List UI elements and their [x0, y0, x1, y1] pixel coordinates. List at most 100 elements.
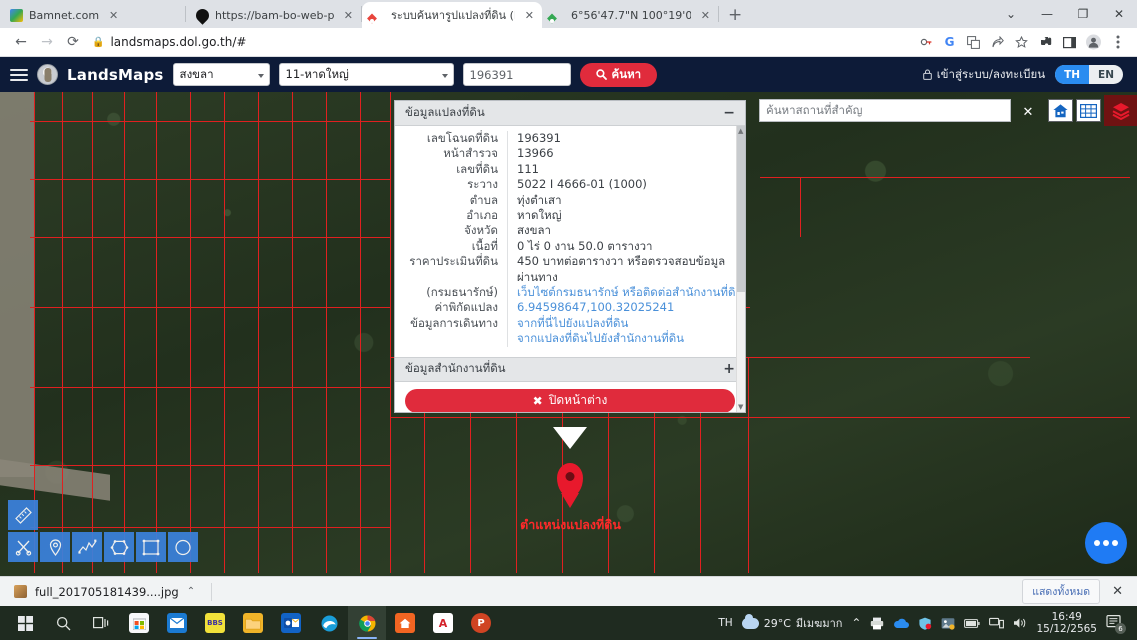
onedrive-icon[interactable]: [893, 618, 910, 629]
language-toggle[interactable]: TH EN: [1055, 65, 1123, 84]
share-icon[interactable]: [990, 35, 1005, 50]
taskbar-app-mail[interactable]: [158, 606, 196, 640]
browser-tab-4[interactable]: 6°56'47.7"N 100°19'07.7"E - Goo ✕: [542, 2, 718, 28]
layers-icon[interactable]: [1104, 95, 1137, 126]
place-search-clear-icon[interactable]: ✕: [1011, 99, 1045, 126]
extensions-icon[interactable]: [1038, 35, 1053, 50]
translate-icon[interactable]: [966, 35, 981, 50]
more-options-fab[interactable]: [1085, 522, 1127, 564]
scroll-down-icon[interactable]: ▼: [738, 403, 743, 411]
forward-icon[interactable]: →: [34, 29, 60, 55]
taskbar-app-chrome[interactable]: [348, 606, 386, 640]
district-select[interactable]: 11-หาดใหญ่: [278, 63, 454, 86]
more-dots-icon: [1103, 540, 1109, 546]
rectangle-tool-button[interactable]: [136, 532, 166, 562]
taskbar-app-store[interactable]: [120, 606, 158, 640]
start-button[interactable]: [6, 606, 44, 640]
scroll-up-icon[interactable]: ▲: [738, 127, 743, 135]
task-view-button[interactable]: [82, 606, 120, 640]
taskbar-app-bbs[interactable]: BBS: [196, 606, 234, 640]
taskbar-app-acrobat[interactable]: A: [424, 606, 462, 640]
minimize-button[interactable]: —: [1029, 0, 1065, 28]
route-to-parcel-link[interactable]: จากที่นี่ไปยังแปลงที่ดิน: [507, 315, 745, 332]
google-icon[interactable]: G: [942, 35, 957, 50]
show-all-downloads-button[interactable]: แสดงทั้งหมด: [1022, 579, 1101, 604]
photos-icon[interactable]: [941, 617, 956, 630]
tab-close-icon[interactable]: ✕: [525, 9, 534, 22]
close-download-bar-icon[interactable]: ✕: [1112, 584, 1123, 599]
panel-scrollbar[interactable]: ▲ ▼: [736, 126, 745, 412]
network-icon[interactable]: [989, 617, 1005, 629]
measure-tool-button[interactable]: [8, 500, 38, 530]
panel-scrollbar-thumb[interactable]: [737, 126, 745, 292]
search-icon: [56, 616, 71, 631]
back-icon[interactable]: ←: [8, 29, 34, 55]
taskbar-language-indicator[interactable]: TH: [718, 617, 732, 629]
grid-icon[interactable]: [1076, 99, 1101, 122]
weather-widget[interactable]: 29°C มีเมฆมาก: [741, 613, 843, 632]
weather-description: มีเมฆมาก: [795, 617, 843, 630]
search-button[interactable]: ค้นหา: [579, 62, 658, 87]
chevron-down-icon[interactable]: ⌄: [993, 0, 1029, 28]
tab-close-icon[interactable]: ✕: [701, 9, 710, 22]
point-tool-button[interactable]: [40, 532, 70, 562]
browser-tab-1[interactable]: Bamnet.com ✕: [0, 2, 185, 28]
hamburger-icon[interactable]: [10, 68, 28, 81]
notification-center-button[interactable]: 6: [1106, 614, 1126, 634]
place-search-input[interactable]: ค้นหาสถานที่สำคัญ: [759, 99, 1011, 122]
taskbar-app-edge[interactable]: [310, 606, 348, 640]
printer-icon[interactable]: [870, 617, 884, 630]
reload-icon[interactable]: ⟳: [60, 29, 86, 55]
tab-close-icon[interactable]: ✕: [344, 9, 353, 22]
battery-icon[interactable]: [964, 618, 981, 628]
selected-parcel-marker[interactable]: ตำแหน่งแปลงที่ดิน: [520, 427, 621, 532]
polyline-tool-button[interactable]: [72, 532, 102, 562]
search-button-label: ค้นหา: [611, 66, 642, 81]
close-window-button[interactable]: ✕: [1101, 0, 1137, 28]
chevron-up-icon[interactable]: ⌃: [851, 616, 861, 630]
login-link[interactable]: เข้าสู่ระบบ/ลงทะเบียน: [922, 66, 1045, 84]
security-icon[interactable]: [918, 617, 932, 630]
bookmark-star-icon[interactable]: [1014, 35, 1029, 50]
home-icon[interactable]: [1048, 99, 1073, 122]
parcel-info-section-header[interactable]: ข้อมูลแปลงที่ดิน −: [395, 101, 745, 126]
province-select[interactable]: สงขลา: [172, 63, 270, 86]
collapse-icon[interactable]: −: [723, 106, 735, 120]
clear-tool-button[interactable]: [8, 532, 38, 562]
lock-icon: 🔒: [92, 36, 105, 48]
download-item[interactable]: full_201705181439....jpg ⌃: [8, 579, 206, 604]
browser-tab-3[interactable]: ระบบค้นหารูปแปลงที่ดิน (LandsMaps ✕: [362, 2, 542, 28]
taskbar-app-powerpoint[interactable]: P: [462, 606, 500, 640]
office-info-section-header[interactable]: ข้อมูลสำนักงานที่ดิน +: [395, 356, 745, 382]
browser-tab-2[interactable]: https://bam-bo-web-prd.bam.co ✕: [186, 2, 361, 28]
chevron-up-icon[interactable]: ⌃: [187, 586, 195, 597]
garuda-crest-icon: [37, 64, 58, 85]
chrome-menu-icon[interactable]: [1110, 35, 1125, 50]
polygon-tool-button[interactable]: [104, 532, 134, 562]
taskbar-app-orange[interactable]: [386, 606, 424, 640]
parcel-number-input[interactable]: 196391: [462, 63, 571, 86]
marker-callout-tail: [553, 427, 587, 449]
treasury-website-link[interactable]: เว็บไซต์กรมธนารักษ์ หรือติดต่อสำนักงานที…: [507, 285, 745, 301]
lang-en-option[interactable]: EN: [1089, 65, 1123, 84]
tab-close-icon[interactable]: ✕: [109, 9, 118, 22]
volume-icon[interactable]: [1013, 617, 1027, 629]
taskbar-app-explorer[interactable]: [234, 606, 272, 640]
circle-tool-button[interactable]: [168, 532, 198, 562]
maximize-button[interactable]: ❐: [1065, 0, 1101, 28]
password-icon[interactable]: [918, 35, 933, 50]
new-tab-button[interactable]: +: [719, 5, 751, 28]
profile-icon[interactable]: [1086, 34, 1101, 50]
sidepanel-icon[interactable]: [1062, 35, 1077, 50]
system-tray: TH 29°C มีเมฆมาก ⌃ 16:49 15/12/2565 6: [718, 611, 1131, 635]
taskbar-search-button[interactable]: [44, 606, 82, 640]
route-to-office-link[interactable]: จากแปลงที่ดินไปยังสำนักงานที่ดิน: [507, 331, 745, 347]
close-window-button[interactable]: ✖ ปิดหน้าต่าง: [405, 388, 735, 412]
taskbar-app-outlook[interactable]: [272, 606, 310, 640]
address-bar[interactable]: 🔒 landsmaps.dol.go.th/#: [92, 32, 792, 53]
browser-toolbar: ← → ⟳ 🔒 landsmaps.dol.go.th/# G: [0, 28, 1137, 57]
taskbar-clock[interactable]: 16:49 15/12/2565: [1036, 611, 1097, 635]
expand-icon[interactable]: +: [723, 362, 735, 376]
lang-th-option[interactable]: TH: [1055, 65, 1090, 84]
coordinate-value[interactable]: 6.94598647,100.32025241: [507, 300, 745, 316]
